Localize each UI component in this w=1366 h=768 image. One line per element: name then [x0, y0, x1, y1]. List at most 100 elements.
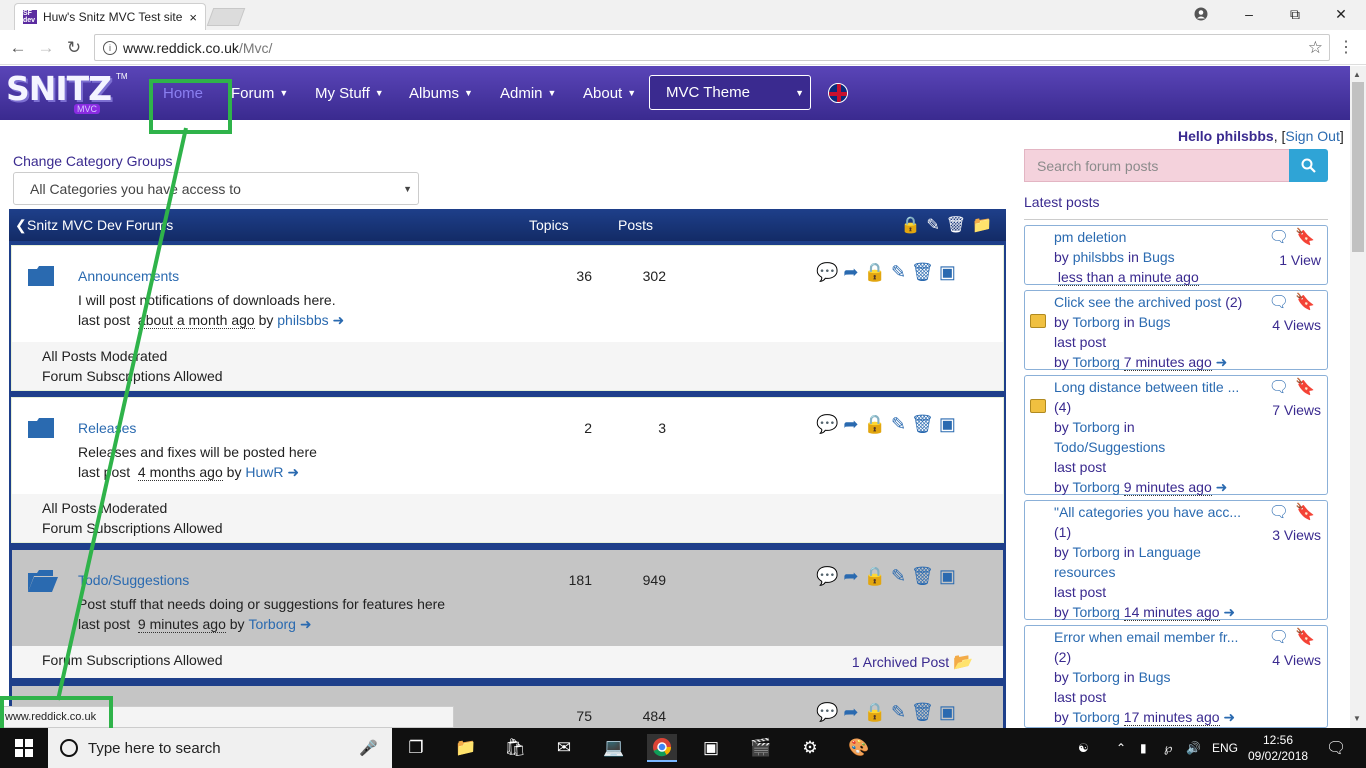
- edit-icon[interactable]: ✎: [891, 566, 906, 587]
- latest-post-title-link[interactable]: pm deletion: [1054, 229, 1126, 245]
- language-indicator[interactable]: ENG: [1212, 728, 1238, 768]
- latest-post-user-link[interactable]: Torborg: [1072, 314, 1119, 330]
- archive-icon[interactable]: ▣: [939, 566, 956, 587]
- new-topic-icon[interactable]: 💬: [816, 262, 838, 283]
- share-icon[interactable]: ➦: [843, 702, 858, 723]
- nav-about[interactable]: About ▼: [583, 66, 636, 120]
- lock-icon[interactable]: 🔒: [864, 414, 886, 435]
- file-explorer-icon[interactable]: 📁: [451, 734, 481, 762]
- taskbar-clock[interactable]: 12:56 09/02/2018: [1248, 732, 1308, 764]
- last-post-user-link[interactable]: HuwR: [245, 464, 283, 480]
- new-topic-icon[interactable]: 💬: [816, 566, 838, 587]
- browser-menu-icon[interactable]: ⋮: [1338, 37, 1354, 57]
- latest-post-title-link[interactable]: Error when email member fr...: [1054, 629, 1238, 645]
- search-input[interactable]: Search forum posts: [1024, 149, 1290, 182]
- trash-icon[interactable]: 🗑: [911, 262, 934, 283]
- trash-icon[interactable]: 🗑: [911, 566, 934, 587]
- share-icon[interactable]: ➦: [843, 414, 858, 435]
- search-button[interactable]: [1289, 149, 1328, 182]
- browser-tab[interactable]: SF dev Huw's Snitz MVC Test site ×: [14, 3, 206, 30]
- scrollbar-thumb[interactable]: [1352, 82, 1364, 252]
- site-info-icon[interactable]: i: [103, 40, 117, 55]
- battery-icon[interactable]: ▮: [1140, 728, 1147, 768]
- last-post-user-link[interactable]: Torborg: [1072, 709, 1119, 725]
- reload-icon[interactable]: ↻: [62, 36, 86, 60]
- microphone-icon[interactable]: 🎤: [359, 739, 378, 757]
- arrow-right-icon[interactable]: ➜: [287, 464, 299, 480]
- task-view-icon[interactable]: ❐: [401, 734, 431, 762]
- archive-icon[interactable]: ▣: [939, 262, 956, 283]
- nav-albums[interactable]: Albums ▼: [409, 66, 473, 120]
- archive-icon[interactable]: ▣: [939, 414, 956, 435]
- back-icon[interactable]: ←: [6, 36, 30, 60]
- trash-icon[interactable]: 🗑: [911, 414, 934, 435]
- video-editor-icon[interactable]: 🎬: [746, 734, 776, 762]
- latest-post-user-link[interactable]: Torborg: [1072, 544, 1119, 560]
- forum-name-link[interactable]: Releases: [78, 420, 136, 436]
- share-icon[interactable]: ➦: [843, 566, 858, 587]
- bookmark-icon[interactable]: 🔖: [1295, 228, 1315, 248]
- tray-chevron-up-icon[interactable]: ⌃: [1116, 728, 1126, 768]
- latest-post-user-link[interactable]: Torborg: [1072, 669, 1119, 685]
- edit-icon[interactable]: ✎: [891, 414, 906, 435]
- chevron-left-icon[interactable]: ❮: [15, 217, 27, 234]
- trash-icon[interactable]: 🗑: [911, 702, 934, 723]
- language-flag-icon[interactable]: [828, 83, 848, 103]
- share-icon[interactable]: ➦: [843, 262, 858, 283]
- bookmark-icon[interactable]: 🔖: [1295, 503, 1315, 523]
- close-window-icon[interactable]: ✕: [1318, 0, 1364, 28]
- close-tab-icon[interactable]: ×: [189, 10, 197, 25]
- comments-icon[interactable]: 🗨: [1269, 293, 1289, 313]
- restore-icon[interactable]: ⧉: [1272, 0, 1318, 28]
- latest-post-title-link[interactable]: Long distance between title ...: [1054, 379, 1239, 395]
- username[interactable]: philsbbs: [1216, 128, 1274, 144]
- latest-post-title-link[interactable]: "All categories you have acc...: [1054, 504, 1241, 520]
- nav-forum[interactable]: Forum ▼: [231, 66, 288, 120]
- profile-icon[interactable]: [1178, 0, 1224, 28]
- arrow-right-icon[interactable]: ➜: [1216, 354, 1228, 370]
- edit-icon[interactable]: ✎: [926, 215, 939, 235]
- arrow-right-icon[interactable]: ➜: [333, 312, 345, 328]
- latest-post-title-link[interactable]: Click see the archived post: [1054, 294, 1221, 310]
- network-icon[interactable]: ℘: [1164, 728, 1172, 768]
- new-topic-icon[interactable]: 💬: [816, 702, 838, 723]
- remote-desktop-icon[interactable]: 💻: [599, 734, 629, 762]
- last-post-user-link[interactable]: Torborg: [248, 616, 295, 632]
- archived-posts-link[interactable]: 1 Archived Post 📂: [852, 652, 973, 673]
- bookmark-icon[interactable]: 🔖: [1295, 378, 1315, 398]
- arrow-right-icon[interactable]: ➜: [1216, 479, 1228, 495]
- taskbar-search-input[interactable]: Type here to search 🎤: [48, 728, 392, 768]
- last-post-user-link[interactable]: Torborg: [1072, 354, 1119, 370]
- forum-name-link[interactable]: Announcements: [78, 268, 179, 284]
- arrow-right-icon[interactable]: ➜: [1223, 709, 1235, 725]
- last-post-user-link[interactable]: Torborg: [1072, 604, 1119, 620]
- comments-icon[interactable]: 🗨: [1269, 628, 1289, 648]
- sign-out-link[interactable]: Sign Out: [1285, 128, 1339, 144]
- terminal-icon[interactable]: ▣: [696, 734, 726, 762]
- forum-name-link[interactable]: Todo/Suggestions: [78, 572, 189, 588]
- arrow-right-icon[interactable]: ➜: [300, 616, 312, 632]
- bookmark-star-icon[interactable]: ☆: [1308, 38, 1323, 58]
- latest-post-forum-link[interactable]: Bugs: [1139, 669, 1171, 685]
- site-logo[interactable]: SNITZ MVC TM: [6, 70, 128, 116]
- forward-icon[interactable]: →: [34, 36, 58, 60]
- minimize-icon[interactable]: –: [1226, 0, 1272, 28]
- scroll-down-icon[interactable]: ▼: [1353, 714, 1361, 723]
- action-center-icon[interactable]: 🗨: [1326, 728, 1346, 768]
- new-topic-icon[interactable]: 💬: [816, 414, 838, 435]
- comments-icon[interactable]: 🗨: [1269, 378, 1289, 398]
- settings-gear-icon[interactable]: ⚙: [795, 734, 825, 762]
- bookmark-icon[interactable]: 🔖: [1295, 293, 1315, 313]
- mail-icon[interactable]: ✉: [549, 734, 579, 762]
- bookmark-icon[interactable]: 🔖: [1295, 628, 1315, 648]
- store-icon[interactable]: 🛍: [500, 734, 530, 762]
- folder-icon[interactable]: 📁: [972, 215, 992, 235]
- comments-icon[interactable]: 🗨: [1269, 228, 1289, 248]
- scroll-up-icon[interactable]: ▲: [1353, 70, 1361, 79]
- volume-icon[interactable]: 🔊: [1186, 728, 1201, 768]
- latest-post-forum-link[interactable]: Bugs: [1143, 249, 1175, 265]
- arrow-right-icon[interactable]: ➜: [1223, 604, 1235, 620]
- chrome-icon[interactable]: [647, 734, 677, 762]
- new-tab-button[interactable]: [206, 8, 246, 26]
- archive-icon[interactable]: ▣: [939, 702, 956, 723]
